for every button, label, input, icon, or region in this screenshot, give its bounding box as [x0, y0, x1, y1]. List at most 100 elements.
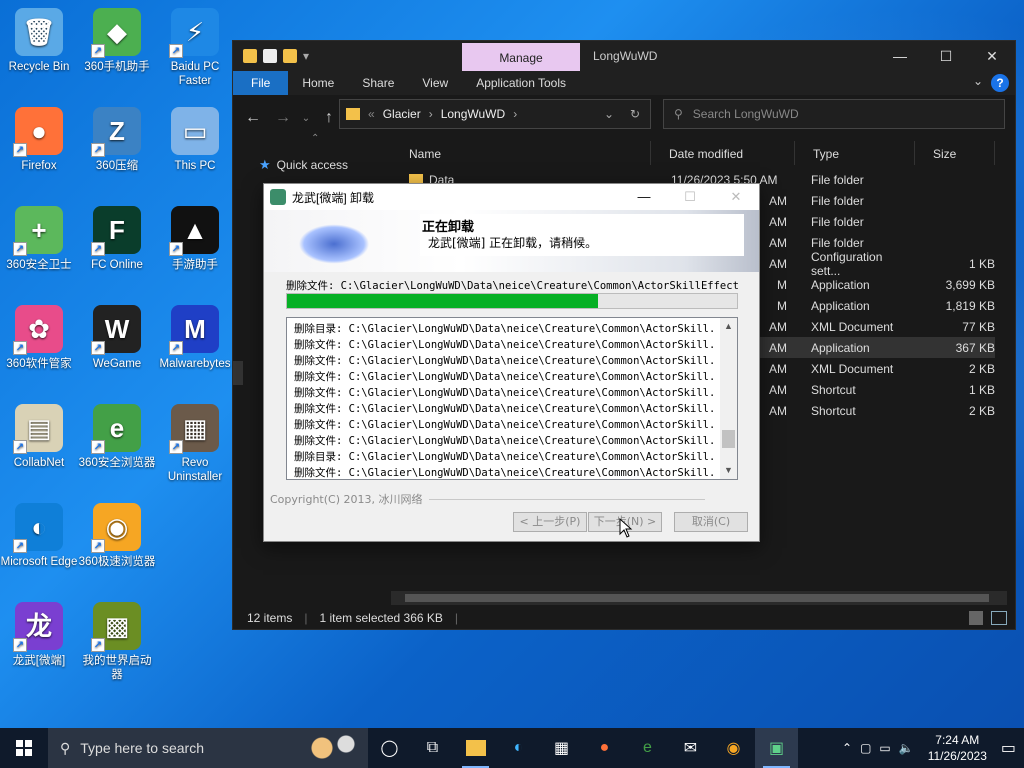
- taskbar-search-input[interactable]: Type here to search: [80, 740, 204, 756]
- uninstaller-taskbar-icon[interactable]: ▣: [755, 728, 798, 768]
- desktop-icon-label: Recycle Bin: [8, 61, 70, 73]
- large-icons-view-icon[interactable]: [991, 611, 1007, 625]
- help-icon[interactable]: ?: [991, 74, 1009, 92]
- desktop-icon-microsoft-edge[interactable]: ◐ ↗ Microsoft Edge: [0, 503, 78, 569]
- file-size: 1 KB: [968, 382, 995, 397]
- desktop-icon-360-security[interactable]: + ↗ 360安全卫士: [0, 206, 78, 272]
- maximize-button[interactable]: ☐: [923, 41, 969, 71]
- minimize-button[interactable]: —: [621, 184, 667, 210]
- file-explorer-taskbar-icon[interactable]: [454, 728, 497, 768]
- desktop-icon-360-speed-browser[interactable]: ◉ ↗ 360极速浏览器: [78, 503, 156, 569]
- tab-view[interactable]: View: [408, 71, 462, 95]
- task-view-icon[interactable]: ◯: [368, 728, 411, 768]
- desktop-icon-360-phone-assistant[interactable]: ◆ ↗ 360手机助手: [78, 8, 156, 74]
- mail-taskbar-icon[interactable]: ✉: [669, 728, 712, 768]
- scroll-down-icon[interactable]: ▼: [720, 462, 737, 479]
- column-header-type[interactable]: Type: [795, 141, 915, 165]
- sidebar-item-quick-access[interactable]: ★ Quick access: [259, 157, 348, 173]
- chevron-up-icon[interactable]: ⌃: [842, 741, 852, 755]
- timeline-icon[interactable]: ⧉: [411, 728, 454, 768]
- file-type: Application: [811, 277, 870, 292]
- scrollbar-thumb[interactable]: [722, 430, 735, 448]
- refresh-icon[interactable]: ↻: [630, 107, 640, 121]
- firefox-taskbar-icon[interactable]: ●: [583, 728, 626, 768]
- desktop-icon-fc-online[interactable]: F ↗ FC Online: [78, 206, 156, 272]
- cancel-button[interactable]: 取消(C): [674, 512, 748, 532]
- desktop-icon-360-secure-browser[interactable]: e ↗ 360安全浏览器: [78, 404, 156, 470]
- desktop-icon-label: 360手机助手: [84, 61, 150, 73]
- window-title: LongWuWD: [593, 49, 658, 63]
- file-size: 1,819 KB: [945, 298, 995, 313]
- log-line: 删除目录: C:\Glacier\LongWuWD\Data\neice\Cre…: [294, 451, 717, 463]
- column-header-date[interactable]: Date modified: [651, 141, 795, 165]
- desktop-icon-recycle-bin[interactable]: 🗑 Recycle Bin: [0, 8, 78, 74]
- horizontal-scrollbar[interactable]: [391, 591, 1007, 605]
- desktop-icon-label: 我的世界启动器: [82, 655, 152, 681]
- manage-tab[interactable]: Manage: [462, 43, 580, 71]
- shortcut-arrow-icon: ↗: [13, 242, 27, 256]
- scrollbar-thumb[interactable]: [405, 594, 989, 602]
- desktop-icon-wegame[interactable]: W ↗ WeGame: [78, 305, 156, 371]
- recycle-bin-icon: 🗑: [15, 8, 63, 56]
- desktop-icon-360-software-manager[interactable]: ✿ ↗ 360软件管家: [0, 305, 78, 371]
- close-button[interactable]: ✕: [969, 41, 1015, 71]
- desktop-icon-minecraft-launcher[interactable]: ▩ ↗ 我的世界启动器: [78, 602, 156, 682]
- desktop-icon-malwarebytes[interactable]: M ↗ Malwarebytes: [156, 305, 234, 371]
- sidebar-selection-marker: [233, 361, 243, 385]
- recent-locations-icon[interactable]: ⌄: [301, 113, 311, 124]
- desktop-icon-firefox[interactable]: ● ↗ Firefox: [0, 107, 78, 173]
- tab-share[interactable]: Share: [348, 71, 408, 95]
- back-arrow-icon[interactable]: ←: [241, 109, 265, 127]
- taskbar-search-box[interactable]: ⚲ Type here to search: [48, 728, 368, 768]
- file-type: Shortcut: [811, 403, 856, 418]
- desktop-icon-revo-uninstaller[interactable]: ▦ ↗ Revo Uninstaller: [156, 404, 234, 484]
- chevron-down-icon[interactable]: ⌄: [604, 107, 614, 121]
- back-button[interactable]: < 上一步(P): [513, 512, 587, 532]
- desktop-icon-longwu-client[interactable]: 龙 ↗ 龙武[微端]: [0, 602, 78, 668]
- taskbar-clock[interactable]: 7:24 AM 11/26/2023: [922, 732, 993, 764]
- start-button[interactable]: [0, 728, 48, 768]
- 360-speed-browser-taskbar-icon[interactable]: ◉: [712, 728, 755, 768]
- details-view-icon[interactable]: [969, 611, 983, 625]
- search-input[interactable]: Search LongWuWD: [693, 107, 799, 121]
- volume-muted-icon[interactable]: 🔈: [899, 741, 914, 755]
- vertical-scrollbar[interactable]: ▲ ▼: [720, 318, 737, 479]
- firefox-icon: ● ↗: [13, 107, 63, 157]
- chevron-right-icon: ›: [428, 107, 433, 121]
- 360-browser-taskbar-icon[interactable]: e: [626, 728, 669, 768]
- forward-arrow-icon[interactable]: →: [271, 109, 295, 127]
- desktop-icon-label: 360软件管家: [6, 358, 72, 370]
- desktop-icon-collabnet[interactable]: ▤ ↗ CollabNet: [0, 404, 78, 470]
- folder-icon[interactable]: [243, 49, 257, 63]
- address-bar[interactable]: « Glacier › LongWuWD › ⌄ ↻: [339, 99, 651, 129]
- store-taskbar-icon[interactable]: ▦: [540, 728, 583, 768]
- edge-taskbar-icon[interactable]: ◐: [497, 728, 540, 768]
- notification-icon[interactable]: ▭: [1001, 738, 1016, 758]
- customize-toolbar-icon[interactable]: ▾: [303, 49, 309, 63]
- new-folder-icon[interactable]: [283, 49, 297, 63]
- shortcut-arrow-icon: ↗: [13, 440, 27, 454]
- column-header-name[interactable]: Name: [391, 141, 651, 165]
- desktop-icon-360-zip[interactable]: Z ↗ 360压缩: [78, 107, 156, 173]
- scroll-up-icon[interactable]: ▲: [720, 318, 737, 335]
- network-icon[interactable]: ▭: [879, 741, 890, 755]
- device-icon[interactable]: ▢: [860, 741, 871, 755]
- up-arrow-icon[interactable]: ↑: [317, 109, 341, 127]
- breadcrumb-longwuwd[interactable]: LongWuWD: [441, 107, 505, 121]
- properties-icon[interactable]: [263, 49, 277, 63]
- ribbon-tabs: File Home Share View Application Tools ⌄…: [233, 71, 1015, 95]
- breadcrumb-glacier[interactable]: Glacier: [383, 107, 421, 121]
- desktop-icon-mobile-game-assistant[interactable]: ▲ ↗ 手游助手: [156, 206, 234, 272]
- log-line: 删除文件: C:\Glacier\LongWuWD\Data\neice\Cre…: [294, 419, 717, 431]
- desktop-icon-baidu-pc-faster[interactable]: ⚡ ↗ Baidu PC Faster: [156, 8, 234, 88]
- desktop-icon-this-pc[interactable]: ▭ This PC: [156, 107, 234, 173]
- column-header-size[interactable]: Size: [915, 141, 995, 165]
- tab-home[interactable]: Home: [288, 71, 348, 95]
- tab-file[interactable]: File: [233, 71, 289, 95]
- quick-access-toolbar: ▾: [233, 49, 309, 63]
- shortcut-arrow-icon: ↗: [91, 143, 105, 157]
- search-box[interactable]: ⚲ Search LongWuWD: [663, 99, 1005, 129]
- tab-application-tools[interactable]: Application Tools: [462, 71, 580, 95]
- minimize-button[interactable]: —: [877, 41, 923, 71]
- expand-ribbon-icon[interactable]: ⌄: [973, 74, 983, 92]
